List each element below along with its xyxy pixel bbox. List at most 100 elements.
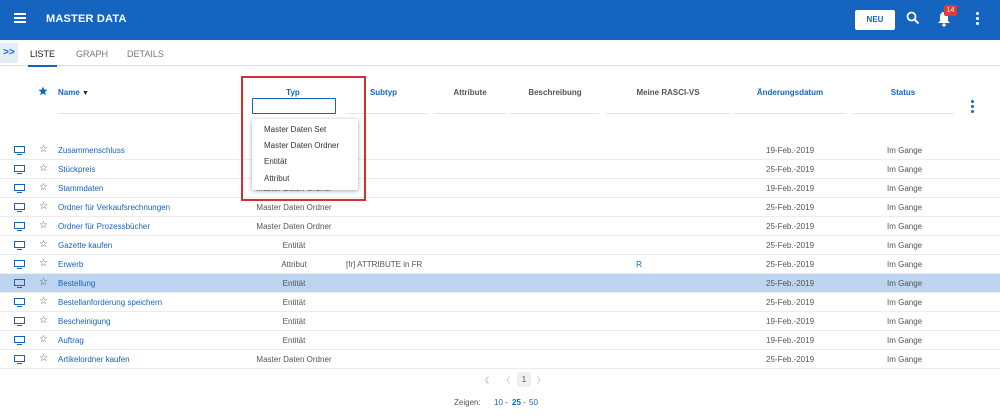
row-status: Im Gange [887,260,923,269]
page-size-50[interactable]: 50 [529,398,538,407]
monitor-icon[interactable] [14,336,25,345]
row-typ: Master Daten Ordner [256,222,332,231]
table-row[interactable]: ☆ Erwerb Attribut [fr] ATTRIBUTE in FR R 25-F… [0,255,1000,274]
favorite-star-icon[interactable]: ☆ [39,258,48,269]
row-rasci: R [636,260,642,269]
row-typ: Master Daten Ordner [256,203,332,212]
row-date: 25-Feb.-2019 [766,355,815,364]
favorite-star-icon[interactable]: ☆ [39,182,48,193]
row-date: 25-Feb.-2019 [766,241,815,250]
row-date: 25-Feb.-2019 [766,203,815,212]
column-header-rasci[interactable]: Meine RASCI-VS [606,88,730,97]
filter-rasci-input[interactable] [606,98,730,114]
row-name-link[interactable]: Bestellanforderung speichern [58,298,162,307]
row-date: 25-Feb.-2019 [766,165,815,174]
favorite-star-icon[interactable]: ☆ [39,296,48,307]
tab-details[interactable]: DETAILS [127,49,164,59]
page-size-10[interactable]: 10 [494,398,503,407]
table-row[interactable]: ☆ Artikelordner kaufen Master Daten Ordner… [0,350,1000,369]
row-date: 19-Feb.-2019 [766,146,815,155]
row-status: Im Gange [887,203,923,212]
row-typ: Master Daten Ordner [256,355,332,364]
monitor-icon[interactable] [14,260,25,269]
table-row[interactable]: ☆ Zusammenschluss 19-Feb.-2019 Im Gange [0,141,1000,160]
favorite-star-icon[interactable]: ☆ [39,144,48,155]
row-name-link[interactable]: Gazette kaufen [58,241,112,250]
table-row[interactable]: ☆StammdatenMaster Daten Ordner19-Feb.-20… [0,179,1000,198]
row-status: Im Gange [887,317,923,326]
monitor-icon[interactable] [14,222,25,231]
page-size-label: Zeigen: [454,398,481,407]
column-header-status[interactable]: Status [852,88,954,97]
menu-icon[interactable] [14,13,26,23]
tab-bar: >> LISTE GRAPH DETAILS [0,40,1000,67]
filter-name-input[interactable] [58,98,240,114]
column-options-icon[interactable] [971,100,975,116]
column-header-beschreibung[interactable]: Beschreibung [511,88,599,97]
monitor-icon[interactable] [14,241,25,250]
next-page-button[interactable]: 〉 [537,375,545,386]
monitor-icon[interactable] [14,146,25,155]
favorite-star-icon[interactable]: ☆ [39,220,48,231]
column-header-attribute[interactable]: Attribute [434,88,506,97]
monitor-icon[interactable] [14,279,25,288]
search-icon[interactable] [906,11,920,25]
row-name-link[interactable]: Bescheinigung [58,317,110,326]
table-row[interactable]: ☆ Ordner für Verkaufsrechnungen Master Dat… [0,198,1000,217]
monitor-icon[interactable] [14,184,25,193]
row-subtyp: [fr] ATTRIBUTE in FR [346,260,423,269]
expand-sidebar-icon[interactable]: >> [0,43,18,63]
monitor-icon[interactable] [14,203,25,212]
new-button[interactable]: NEU [855,10,895,30]
first-page-button[interactable]: 《 [481,375,489,386]
favorite-star-icon[interactable]: ☆ [39,353,48,364]
tab-liste[interactable]: LISTE [27,49,58,67]
kebab-menu-icon[interactable] [976,12,980,26]
page-title: MASTER DATA [46,13,127,25]
column-header-date[interactable]: Änderungsdatum [734,88,846,97]
row-date: 25-Feb.-2019 [766,298,815,307]
row-name-link[interactable]: Artikelordner kaufen [58,355,130,364]
monitor-icon[interactable] [14,317,25,326]
monitor-icon[interactable] [14,355,25,364]
row-typ: Entität [282,317,306,326]
column-header-name[interactable]: Name ▼ [58,88,89,97]
favorite-star-icon[interactable]: ☆ [39,334,48,345]
filter-beschreibung-input[interactable] [511,98,599,114]
prev-page-button[interactable]: 〈 [502,375,510,386]
row-date: 25-Feb.-2019 [766,260,815,269]
highlight-box [241,76,366,201]
tab-graph[interactable]: GRAPH [76,49,108,59]
favorite-header-star-icon[interactable] [38,86,48,96]
page-size-separator: - [505,398,508,407]
favorite-star-icon[interactable]: ☆ [39,201,48,212]
monitor-icon[interactable] [14,298,25,307]
table-row[interactable]: ☆ Gazette kaufen Entität 25-Feb.-2019 Im Gan… [0,236,1000,255]
row-name-link[interactable]: Ordner für Prozessbücher [58,222,150,231]
row-status: Im Gange [887,298,923,307]
filter-date-input[interactable] [734,98,846,114]
favorite-star-icon[interactable]: ☆ [39,163,48,174]
filter-attribute-input[interactable] [434,98,506,114]
table-row[interactable]: ☆ Ordner für Prozessbücher Master Daten Or… [0,217,1000,236]
monitor-icon[interactable] [14,165,25,174]
filter-status-input[interactable] [852,98,954,114]
current-page[interactable]: 1 [517,372,531,387]
row-name-link[interactable]: Stammdaten [58,184,103,193]
row-name-link[interactable]: Bestellung [58,279,95,288]
table-row[interactable]: ☆ Bescheinigung Entität 19-Feb.-2019 Im Gang… [0,312,1000,331]
row-name-link[interactable]: Erwerb [58,260,83,269]
favorite-star-icon[interactable]: ☆ [39,277,48,288]
favorite-star-icon[interactable]: ☆ [39,315,48,326]
favorite-star-icon[interactable]: ☆ [39,239,48,250]
row-name-link[interactable]: Auftrag [58,336,84,345]
table-row[interactable]: ☆ Bestellung Entität 25-Feb.-2019 Im Gange [0,274,1000,293]
row-name-link[interactable]: Zusammenschluss [58,146,125,155]
table-row[interactable]: ☆ Bestellanforderung speichern Entität 25-F… [0,293,1000,312]
page-size-25[interactable]: 25 [512,398,521,407]
page-size-separator: - [523,398,526,407]
row-name-link[interactable]: Ordner für Verkaufsrechnungen [58,203,170,212]
row-name-link[interactable]: Stückpreis [58,165,95,174]
table-row[interactable]: ☆ Auftrag Entität 19-Feb.-2019 Im Gange [0,331,1000,350]
table-row[interactable]: ☆ Stückpreis 25-Feb.-2019 Im Gange [0,160,1000,179]
